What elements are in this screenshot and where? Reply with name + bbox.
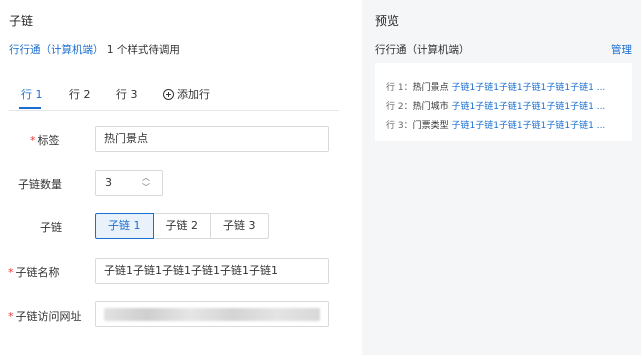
count-label: 子链数量 xyxy=(18,178,62,191)
active-tab-indicator xyxy=(19,107,41,109)
chain-option-2[interactable]: 子链 2 xyxy=(152,213,211,239)
tab-row-2[interactable]: 行 2 xyxy=(69,86,91,102)
chain-selector: 子链 1 子链 2 子链 3 xyxy=(95,213,269,239)
row-tabs: 行 1 行 2 行 3 添加行 xyxy=(9,80,339,111)
chain-option-1[interactable]: 子链 1 xyxy=(95,213,154,239)
preview-row-1: 行 1：热门景点 子链1子链1子链1子链1子链1子链1 ... xyxy=(386,83,606,93)
plus-circle-icon xyxy=(163,88,174,100)
name-label: * 子链名称 xyxy=(8,266,60,279)
count-value: 3 xyxy=(105,176,112,189)
preview-panel: 预览 行行通（计算机端） 管理 行 1：热门景点 子链1子链1子链1子链1子链1… xyxy=(362,0,641,355)
preview-row-2: 行 2：热门城市 子链1子链1子链1子链1子链1子链1 ... xyxy=(386,102,606,112)
config-panel: 子链 行行通（计算机端） 1 个样式待调用 行 1 行 2 行 3 添加行 * 标… xyxy=(0,0,362,355)
manage-link[interactable]: 管理 xyxy=(611,42,632,57)
chain-option-3[interactable]: 子链 3 xyxy=(210,213,269,239)
chain-label: 子链 xyxy=(40,221,62,234)
tag-input[interactable]: 热门景点 xyxy=(95,126,329,152)
chain-url-input[interactable] xyxy=(95,301,329,327)
preview-subtitle: 行行通（计算机端） xyxy=(375,44,470,56)
add-row-button[interactable]: 添加行 xyxy=(163,86,210,102)
style-description: 行行通（计算机端） 1 个样式待调用 xyxy=(9,42,180,57)
chevron-up-icon[interactable]: ︿ xyxy=(142,174,150,182)
style-suffix: 1 个样式待调用 xyxy=(106,44,180,56)
preview-row-3: 行 3：门票类型 子链1子链1子链1子链1子链1子链1 ... xyxy=(386,121,606,131)
url-label: * 子链访问网址 xyxy=(8,310,82,323)
preview-card: 行 1：热门景点 子链1子链1子链1子链1子链1子链1 ... 行 2：热门城市… xyxy=(375,63,632,141)
tag-label: * 标签 xyxy=(30,134,60,147)
tab-row-3[interactable]: 行 3 xyxy=(116,86,138,102)
preview-title: 预览 xyxy=(375,14,400,28)
tab-row-1[interactable]: 行 1 xyxy=(21,86,43,102)
chevron-down-icon[interactable]: ﹀ xyxy=(142,184,150,192)
redacted-url xyxy=(104,308,320,321)
style-link[interactable]: 行行通（计算机端） xyxy=(9,44,104,56)
count-stepper[interactable]: 3 ︿ ﹀ xyxy=(95,170,163,196)
section-title: 子链 xyxy=(9,14,34,28)
chain-name-input[interactable]: 子链1子链1子链1子链1子链1子链1 xyxy=(95,258,329,284)
add-row-label: 添加行 xyxy=(177,88,210,101)
